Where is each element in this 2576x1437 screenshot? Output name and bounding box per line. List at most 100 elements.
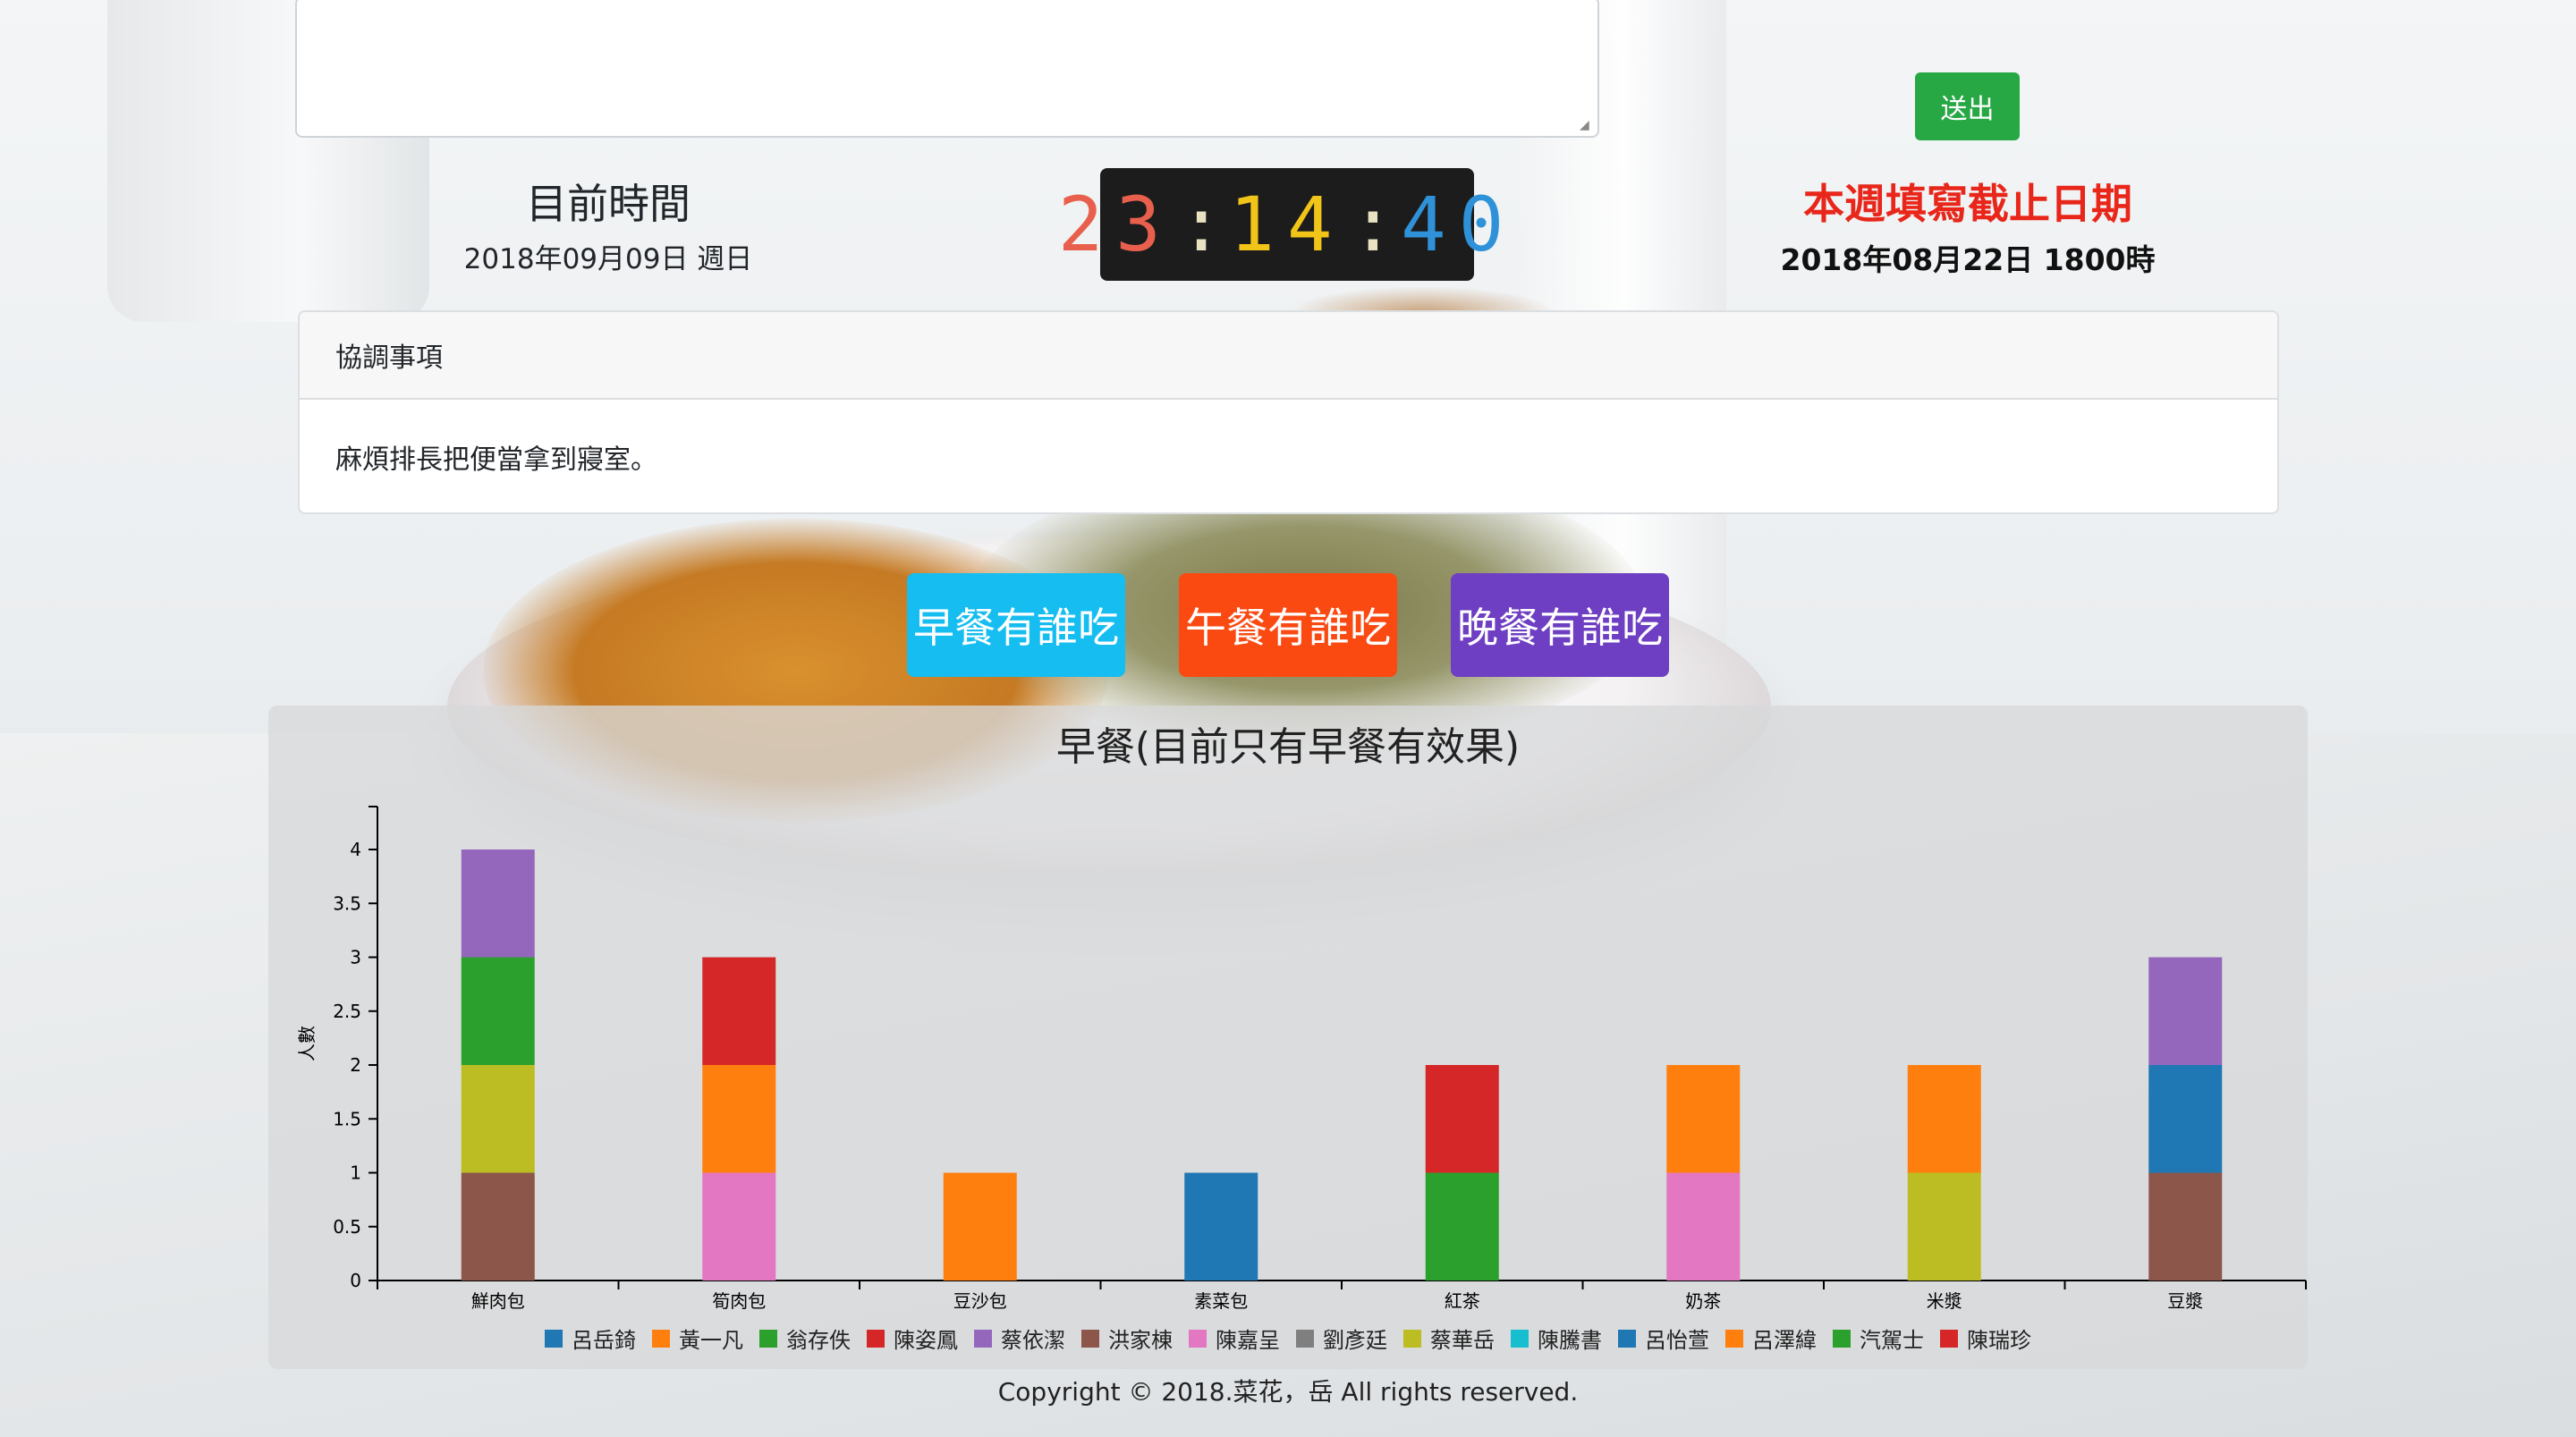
legend-label: 呂岳錡 <box>572 1328 636 1353</box>
clock-hours: 23 <box>1057 181 1174 268</box>
legend-label: 呂澤緯 <box>1752 1328 1817 1353</box>
digital-clock: 23 : 14 : 40 <box>1058 168 1504 281</box>
x-tick-label: 筍肉包 <box>712 1290 766 1312</box>
y-tick-label: 2 <box>350 1054 361 1076</box>
dinner-button[interactable]: 晚餐有誰吃 <box>1451 573 1669 677</box>
y-tick-label: 1.5 <box>333 1108 361 1129</box>
legend-swatch <box>652 1329 670 1348</box>
legend-swatch <box>1511 1329 1529 1348</box>
legend-label: 陳嘉呈 <box>1216 1328 1280 1353</box>
legend-item: 蔡依潔 <box>974 1323 1065 1354</box>
footer-copyright: Copyright © 2018.菜花，岳 All rights reserve… <box>997 1377 1579 1407</box>
x-tick-label: 奶茶 <box>1685 1290 1721 1312</box>
bar-segment <box>1666 1065 1741 1173</box>
message-textarea[interactable]: ◢ <box>295 0 1599 138</box>
bar-segment <box>461 850 535 958</box>
legend-item: 黃一凡 <box>652 1323 743 1354</box>
bar-segment <box>1425 1065 1499 1173</box>
notice-header: 協調事項 <box>300 312 2277 400</box>
legend-swatch <box>759 1329 777 1348</box>
bar-segment <box>2148 957 2223 1065</box>
legend-item: 呂怡萱 <box>1618 1323 1709 1354</box>
y-tick-label: 0.5 <box>333 1216 361 1238</box>
legend-swatch <box>1940 1329 1958 1348</box>
bar-segment <box>702 1172 776 1281</box>
send-button[interactable]: 送出 <box>1915 72 2020 140</box>
legend-swatch <box>1081 1329 1099 1348</box>
breakfast-button[interactable]: 早餐有誰吃 <box>907 573 1125 677</box>
legend-swatch <box>1189 1329 1207 1348</box>
bar-segment <box>1666 1172 1741 1281</box>
bar-segment <box>1184 1172 1258 1281</box>
legend-item: 汽駕士 <box>1833 1323 1924 1354</box>
legend-label: 洪家棟 <box>1108 1328 1173 1353</box>
y-tick-label: 3 <box>350 947 361 968</box>
legend-label: 黃一凡 <box>679 1328 743 1353</box>
deadline-date: 2018年08月22日 1800時 <box>1780 242 2156 277</box>
legend-item: 陳姿鳳 <box>867 1323 958 1354</box>
clock-seconds: 40 <box>1401 181 1517 268</box>
current-time-title: 目前時間 <box>526 180 691 228</box>
legend-label: 蔡依潔 <box>1001 1328 1065 1353</box>
legend-label: 汽駕士 <box>1860 1328 1924 1353</box>
legend-swatch <box>545 1329 563 1348</box>
bar-segment <box>702 1065 776 1173</box>
legend-label: 呂怡萱 <box>1645 1328 1709 1353</box>
bar-segment <box>943 1172 1017 1281</box>
legend-label: 蔡華岳 <box>1430 1328 1495 1353</box>
legend-swatch <box>1296 1329 1314 1348</box>
legend-label: 陳瑞珍 <box>1967 1328 2031 1353</box>
notice-card: 協調事項 麻煩排長把便當拿到寢室。 <box>298 310 2279 514</box>
bar-segment <box>461 1065 535 1173</box>
x-tick-label: 鮮肉包 <box>471 1290 525 1312</box>
y-tick-label: 3.5 <box>333 892 361 914</box>
y-axis-label: 人數 <box>296 1026 318 1061</box>
chart-panel: 早餐(目前只有早餐有效果) 0 0.5 1 1.5 2 2.5 3 3.5 4 人數 鮮肉包 筍肉包豆… <box>268 706 2308 1369</box>
x-tick-label: 素菜包 <box>1194 1290 1248 1312</box>
legend-swatch <box>1833 1329 1851 1348</box>
legend-item: 陳嘉呈 <box>1189 1323 1280 1354</box>
x-tick-label: 豆沙包 <box>953 1290 1007 1312</box>
current-date: 2018年09月09日 週日 <box>463 243 753 275</box>
legend-item: 翁存佚 <box>759 1323 851 1354</box>
bar-segment <box>1425 1172 1499 1281</box>
chart-legend: 呂岳錡 黃一凡 翁存佚 陳姿鳳 蔡依潔 洪家棟 陳嘉呈 劉彥廷 蔡華岳 陳騰書 呂怡萱 呂澤緯 汽駕士 陳… <box>268 1323 2308 1354</box>
legend-swatch <box>1725 1329 1743 1348</box>
breakfast-stacked-bar-chart: 0 0.5 1 1.5 2 2.5 3 3.5 4 人數鮮肉包 筍肉包 豆沙包 素菜包 紅茶 奶茶 米漿 豆漿 <box>296 806 2307 1312</box>
y-tick-label: 2.5 <box>333 1001 361 1022</box>
legend-label: 翁存佚 <box>786 1328 851 1353</box>
notice-body: 麻煩排長把便當拿到寢室。 <box>335 444 657 476</box>
bar-segment <box>702 957 776 1065</box>
legend-item: 陳瑞珍 <box>1940 1323 2031 1354</box>
bar-segment <box>2148 1065 2223 1173</box>
lunch-button[interactable]: 午餐有誰吃 <box>1179 573 1397 677</box>
legend-swatch <box>974 1329 992 1348</box>
legend-item: 呂澤緯 <box>1725 1323 1817 1354</box>
y-tick-label: 4 <box>350 839 361 860</box>
legend-label: 陳姿鳳 <box>894 1328 958 1353</box>
bar-segment <box>1907 1172 1981 1281</box>
legend-label: 陳騰書 <box>1538 1328 1602 1353</box>
resize-grip-icon[interactable]: ◢ <box>1580 118 1594 132</box>
y-tick-label: 0 <box>350 1270 361 1291</box>
x-tick-label: 豆漿 <box>2167 1290 2203 1312</box>
legend-item: 蔡華岳 <box>1403 1323 1495 1354</box>
legend-item: 呂岳錡 <box>545 1323 636 1354</box>
clock-minutes: 14 <box>1229 181 1345 268</box>
legend-swatch <box>867 1329 885 1348</box>
clock-separator: : <box>1178 181 1224 268</box>
bar-segment <box>1907 1065 1981 1173</box>
legend-label: 劉彥廷 <box>1323 1328 1387 1353</box>
legend-swatch <box>1618 1329 1636 1348</box>
legend-swatch <box>1403 1329 1421 1348</box>
bar-segment <box>461 957 535 1065</box>
clock-separator: : <box>1350 181 1396 268</box>
bar-segment <box>461 1172 535 1281</box>
deadline-title: 本週填寫截止日期 <box>1803 180 2132 228</box>
legend-item: 洪家棟 <box>1081 1323 1173 1354</box>
legend-item: 劉彥廷 <box>1296 1323 1387 1354</box>
legend-item: 陳騰書 <box>1511 1323 1602 1354</box>
x-tick-label: 紅茶 <box>1445 1290 1480 1312</box>
bar-segment <box>2148 1172 2223 1281</box>
y-tick-label: 1 <box>350 1162 361 1184</box>
